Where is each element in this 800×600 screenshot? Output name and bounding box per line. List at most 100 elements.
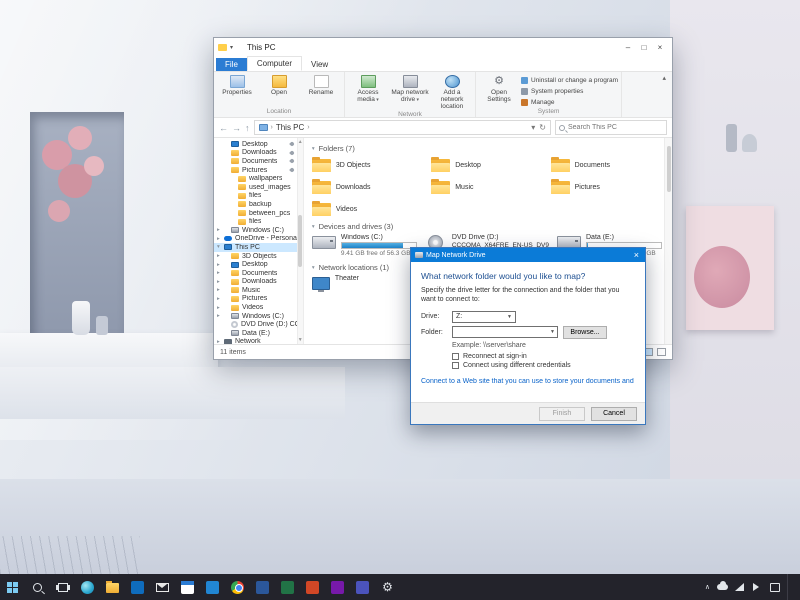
sidebar-item-desktop2[interactable]: Desktop <box>214 260 297 269</box>
sidebar-item-documents2[interactable]: Documents <box>214 269 297 278</box>
start-button[interactable] <box>0 574 25 600</box>
tab-computer[interactable]: Computer <box>246 56 303 71</box>
show-desktop-button[interactable] <box>787 574 790 600</box>
drive-letter-select[interactable]: Z: ▼ <box>452 310 516 323</box>
sidebar-item-files[interactable]: files <box>214 192 297 201</box>
sidebar-item-downloads2[interactable]: Downloads <box>214 278 297 287</box>
properties-button[interactable]: Properties <box>217 73 257 96</box>
explorer-titlebar[interactable]: ▾ This PC – □ × <box>214 38 672 56</box>
breadcrumb-chevron-icon[interactable]: › <box>307 124 309 131</box>
taskbar-app-word[interactable] <box>250 574 275 600</box>
credentials-checkbox[interactable] <box>452 361 459 369</box>
sidebar-item-windows-c[interactable]: Windows (C:) <box>214 226 297 235</box>
taskbar-app-onenote[interactable] <box>325 574 350 600</box>
drive-tile-windows-c[interactable]: Windows (C:) 9.41 GB free of 56.3 GB <box>311 234 417 260</box>
taskbar-app-chrome[interactable] <box>225 574 250 600</box>
map-network-drive-button[interactable]: Map network drive <box>390 73 430 104</box>
reconnect-checkbox[interactable] <box>452 352 459 360</box>
taskbar-app-file-explorer[interactable] <box>100 574 125 600</box>
network-location-tile-theater[interactable]: Theater <box>311 275 423 301</box>
open-settings-button[interactable]: ⚙ Open Settings <box>479 73 519 103</box>
folder-tile-pictures[interactable]: Pictures <box>550 178 662 197</box>
sidebar-item-data-e[interactable]: Data (E:) <box>214 329 297 338</box>
connect-website-link[interactable]: Connect to a Web site that you can use t… <box>421 378 635 385</box>
taskbar-app-mail[interactable] <box>150 574 175 600</box>
taskbar-app-excel[interactable] <box>275 574 300 600</box>
sidebar-item-files2[interactable]: files <box>214 217 297 226</box>
reconnect-checkbox-row[interactable]: Reconnect at sign-in <box>452 352 635 360</box>
manage-button[interactable]: Manage <box>521 97 618 107</box>
tab-view[interactable]: View <box>302 58 337 71</box>
system-properties-button[interactable]: System properties <box>521 86 618 96</box>
volume-icon[interactable] <box>753 583 763 591</box>
uninstall-program-button[interactable]: Uninstall or change a program <box>521 75 618 85</box>
tray-expand-icon[interactable]: ∧ <box>705 583 710 591</box>
up-icon[interactable]: ↑ <box>245 123 250 133</box>
refresh-icon[interactable]: ↻ <box>539 123 546 132</box>
content-scrollbar[interactable] <box>664 138 672 344</box>
finish-button[interactable]: Finish <box>539 406 585 421</box>
open-button[interactable]: Open <box>259 73 299 96</box>
minimize-button[interactable]: – <box>620 43 636 52</box>
sidebar-item-backup[interactable]: backup <box>214 200 297 209</box>
sidebar-item-pictures2[interactable]: Pictures <box>214 295 297 304</box>
section-header-devices[interactable]: Devices and drives (3) <box>312 222 662 231</box>
sidebar-item-downloads[interactable]: Downloads <box>214 149 297 158</box>
sidebar-item-wallpapers[interactable]: wallpapers <box>214 174 297 183</box>
sidebar-item-this-pc[interactable]: This PC <box>214 243 297 252</box>
access-media-button[interactable]: Access media <box>348 73 388 104</box>
search-box[interactable] <box>555 120 667 135</box>
sidebar-item-pictures[interactable]: Pictures <box>214 166 297 175</box>
taskbar-app-edge[interactable] <box>75 574 100 600</box>
breadcrumb-chevron-icon[interactable]: › <box>271 124 273 131</box>
dialog-titlebar[interactable]: Map Network Drive × <box>411 248 645 262</box>
rename-button[interactable]: Rename <box>301 73 341 96</box>
sidebar-item-between-pcs[interactable]: between_pcs <box>214 209 297 218</box>
folder-tile-documents[interactable]: Documents <box>550 156 662 175</box>
sidebar-item-3d-objects[interactable]: 3D Objects <box>214 252 297 261</box>
search-input[interactable] <box>568 124 663 131</box>
sidebar-item-desktop[interactable]: Desktop <box>214 140 297 149</box>
close-button[interactable]: × <box>652 43 668 52</box>
maximize-button[interactable]: □ <box>636 43 652 52</box>
thumbnail-view-icon[interactable] <box>657 348 666 356</box>
onedrive-cloud-icon[interactable] <box>717 581 728 590</box>
scroll-thumb[interactable] <box>667 146 671 192</box>
scroll-up-icon[interactable]: ▲ <box>298 139 303 145</box>
browse-button[interactable]: Browse... <box>563 325 607 339</box>
section-header-folders[interactable]: Folders (7) <box>312 144 662 153</box>
address-field[interactable]: › This PC › ▾ ↻ <box>253 120 551 135</box>
taskbar-app-settings[interactable]: ⚙ <box>375 574 400 600</box>
scroll-down-icon[interactable]: ▼ <box>298 337 303 343</box>
sidebar-item-windows-c2[interactable]: Windows (C:) <box>214 312 297 321</box>
scroll-thumb[interactable] <box>298 215 303 267</box>
back-icon[interactable]: ← <box>219 123 228 133</box>
folder-combobox[interactable]: ▼ <box>452 326 558 338</box>
add-network-location-button[interactable]: Add a network location <box>432 73 472 110</box>
folder-input[interactable] <box>453 327 551 337</box>
taskbar-app-photos[interactable] <box>200 574 225 600</box>
folder-tile-desktop[interactable]: Desktop <box>431 156 542 175</box>
action-center-icon[interactable] <box>770 582 780 592</box>
sidebar-item-dvd-drive[interactable]: DVD Drive (D:) CCCOMA_X64 <box>214 320 297 329</box>
address-dropdown-icon[interactable]: ▾ <box>531 123 535 132</box>
ribbon-collapse-icon[interactable]: ▴ <box>656 72 672 117</box>
folder-tile-3d-objects[interactable]: 3D Objects <box>311 156 423 175</box>
sidebar-item-used-images[interactable]: used_images <box>214 183 297 192</box>
search-button[interactable] <box>25 574 50 600</box>
taskbar-app-powerpoint[interactable] <box>300 574 325 600</box>
sidebar-item-documents[interactable]: Documents <box>214 157 297 166</box>
cancel-button[interactable]: Cancel <box>591 406 637 421</box>
tab-file[interactable]: File <box>216 58 247 71</box>
folder-tile-music[interactable]: Music <box>431 178 542 197</box>
folder-tile-videos[interactable]: Videos <box>311 200 423 219</box>
taskbar-app-store[interactable] <box>125 574 150 600</box>
network-signal-icon[interactable] <box>735 583 744 591</box>
breadcrumb[interactable]: This PC <box>276 123 304 132</box>
sidebar-item-onedrive[interactable]: OneDrive - Personal <box>214 235 297 244</box>
credentials-checkbox-row[interactable]: Connect using different credentials <box>452 361 635 369</box>
sidebar-item-videos[interactable]: Videos <box>214 303 297 312</box>
sidebar-item-music[interactable]: Music <box>214 286 297 295</box>
folder-tile-downloads[interactable]: Downloads <box>311 178 423 197</box>
forward-icon[interactable]: → <box>232 123 241 133</box>
